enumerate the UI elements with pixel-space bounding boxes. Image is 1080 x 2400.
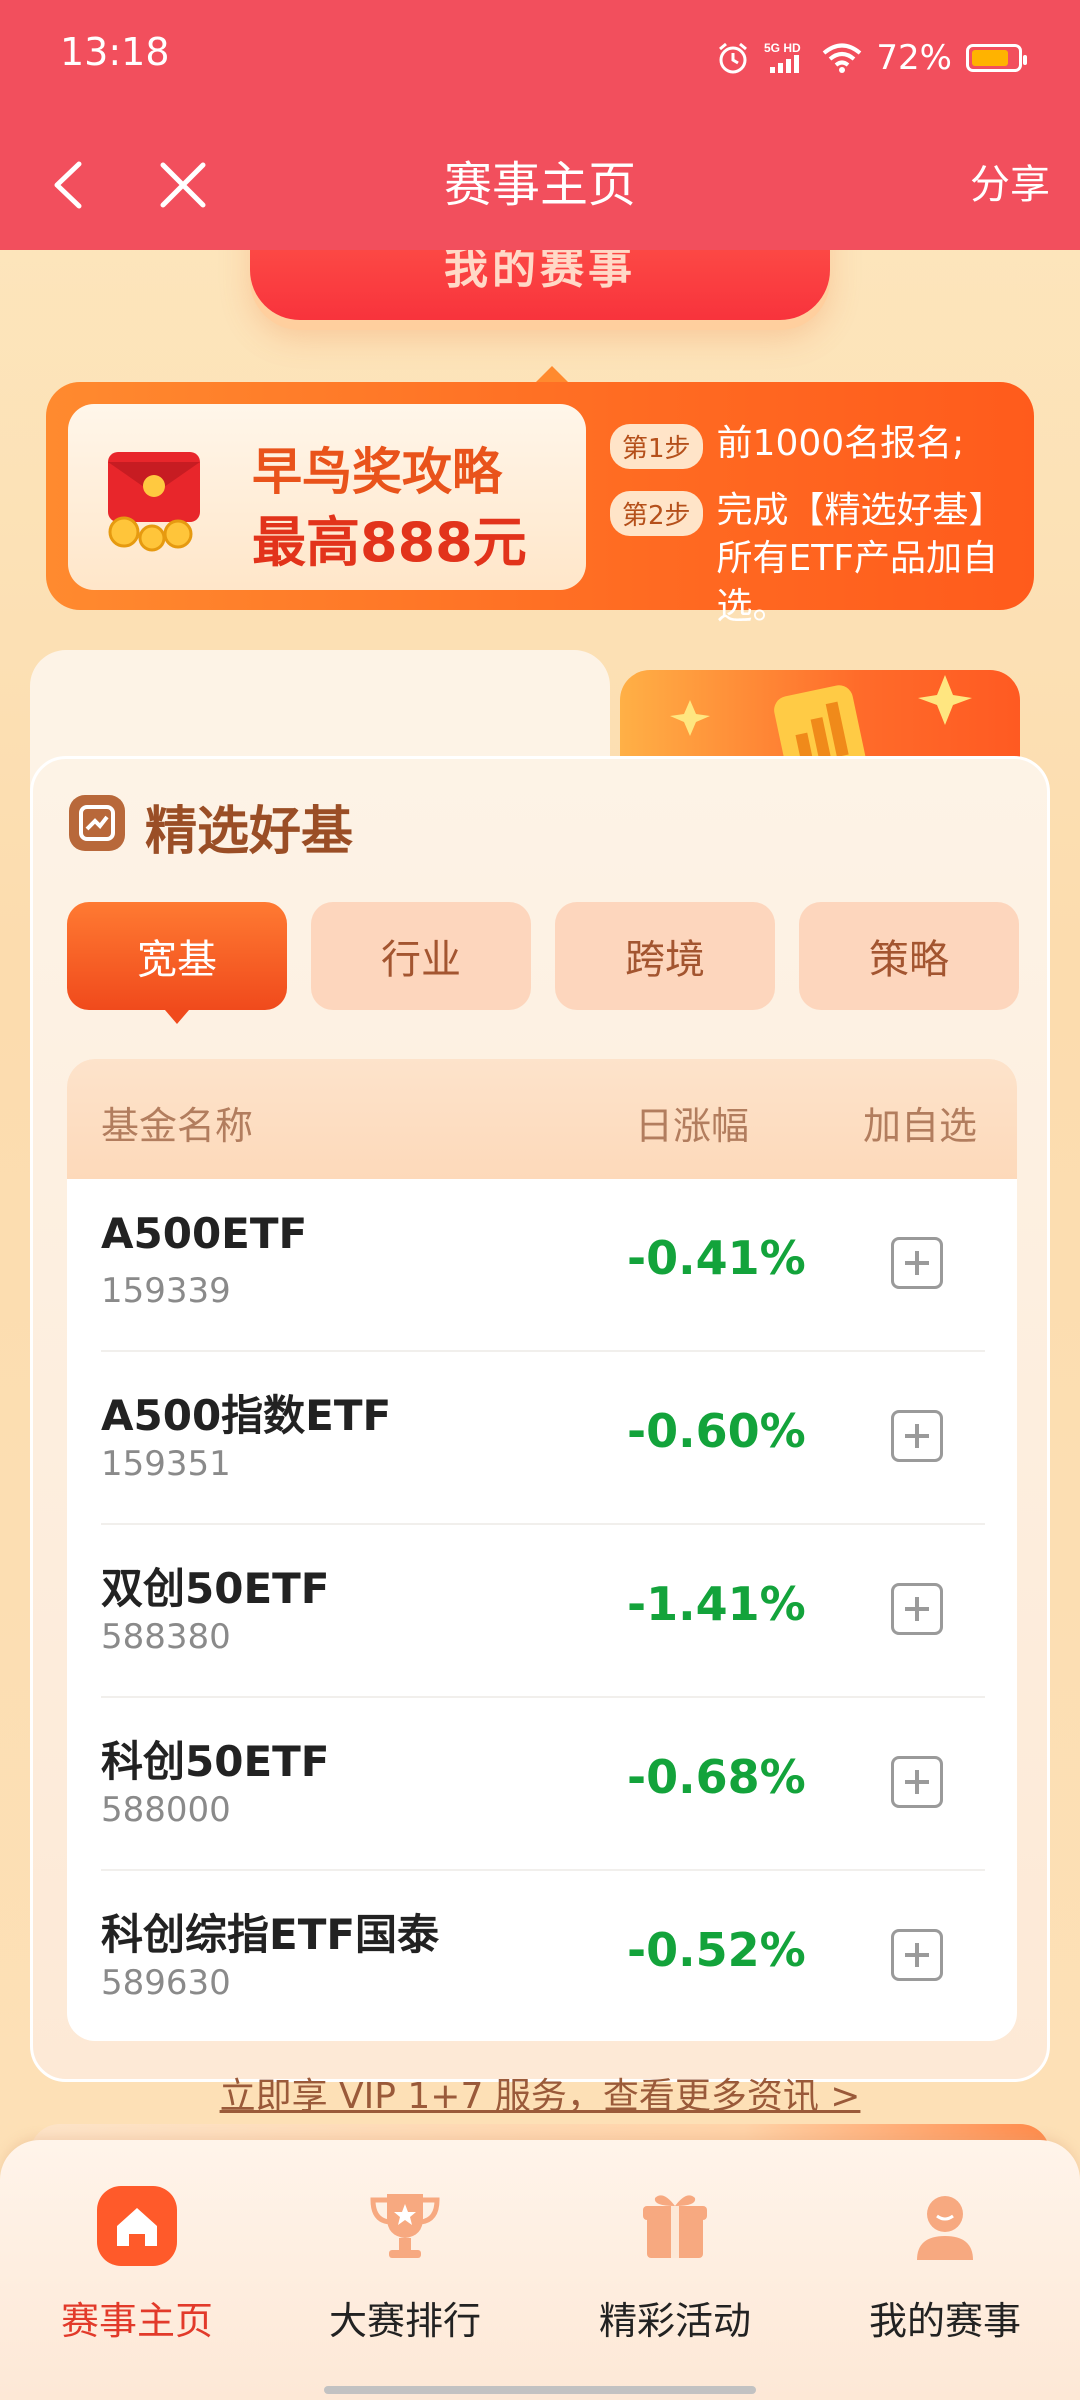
early-bird-card: 早鸟奖攻略 最高888元 (68, 404, 586, 590)
header-add-watchlist: 加自选 (863, 1104, 978, 1148)
early-bird-steps: 第1步 前1000名报名; 第2步 完成【精选好基】所有ETF产品加自选。 (610, 420, 1014, 649)
home-icon (97, 2186, 177, 2266)
step-text: 前1000名报名; (716, 423, 965, 464)
tab-strategy[interactable]: 策略 (799, 902, 1019, 1010)
fund-name: 科创综指ETF国泰 (101, 1910, 440, 1959)
signal-icon: 5G HD (764, 41, 801, 73)
early-bird-banner[interactable]: 早鸟奖攻略 最高888元 第1步 前1000名报名; 第2步 完成【精选好基】所… (46, 366, 1034, 627)
fund-name: A500ETF (101, 1209, 308, 1258)
battery-icon (966, 44, 1027, 72)
nav-label: 赛事主页 (60, 2299, 213, 2343)
fund-name: 双创50ETF (101, 1564, 330, 1613)
fund-change: -0.41% (627, 1231, 806, 1285)
tab-industry[interactable]: 行业 (311, 902, 531, 1010)
gift-icon (643, 2195, 707, 2258)
header-daily-change: 日涨幅 (635, 1104, 750, 1148)
fund-name: A500指数ETF (101, 1391, 392, 1440)
add-watchlist-icon[interactable] (891, 1237, 943, 1289)
add-watchlist-icon[interactable] (891, 1410, 943, 1462)
nav-item-home[interactable]: 赛事主页 (2, 2184, 272, 2345)
early-bird-amount: 最高888元 (252, 511, 527, 574)
fund-change: -1.41% (627, 1577, 806, 1631)
tab-broad-based[interactable]: 宽基 (67, 902, 287, 1024)
table-row[interactable]: 科创综指ETF国泰 589630 -0.52% (101, 1871, 985, 2041)
tab-cross-border[interactable]: 跨境 (555, 902, 775, 1010)
wifi-icon (823, 43, 862, 73)
top-header: 13:18 5G HD 72% 赛事主页 分享 (0, 0, 1080, 250)
featured-funds-panel: 精选好基 宽基 行业 跨境 策略 基金名称 日涨幅 加自选 A500ETF 15… (30, 650, 1050, 2117)
nav-label: 大赛排行 (328, 2299, 481, 2343)
vip-service-link[interactable]: 立即享 VIP 1+7 服务，查看更多资讯 > (33, 2067, 1047, 2119)
panel-title: 精选好基 (145, 802, 354, 862)
fund-code: 588380 (101, 1617, 231, 1657)
fund-logo-icon (69, 795, 125, 851)
table-row[interactable]: 科创50ETF 588000 -0.68% (101, 1698, 985, 1871)
status-icons: 5G HD 72% (716, 36, 1027, 80)
fund-code: 159351 (101, 1444, 231, 1484)
trophy-icon (370, 2194, 440, 2258)
svg-text:5G HD: 5G HD (764, 41, 801, 55)
step-item: 第1步 前1000名报名; (610, 420, 1014, 469)
category-tabs: 宽基 行业 跨境 策略 (67, 902, 1019, 1024)
nav-label: 我的赛事 (868, 2299, 1021, 2343)
fund-change: -0.68% (627, 1750, 806, 1804)
fund-code: 588000 (101, 1790, 231, 1830)
fund-code: 589630 (101, 1963, 231, 2003)
nav-item-activities[interactable]: 精彩活动 (540, 2184, 810, 2345)
fund-change: -0.60% (627, 1404, 806, 1458)
add-watchlist-icon[interactable] (891, 1756, 943, 1808)
fund-change: -0.52% (627, 1923, 806, 1977)
table-header: 基金名称 日涨幅 加自选 (67, 1059, 1017, 1179)
table-row[interactable]: A500指数ETF 159351 -0.60% (101, 1352, 985, 1525)
nav-item-my-events[interactable]: 我的赛事 (810, 2184, 1080, 2345)
add-watchlist-icon[interactable] (891, 1929, 943, 1981)
user-icon (917, 2196, 973, 2260)
step-badge: 第2步 (610, 491, 703, 536)
nav-label: 精彩活动 (598, 2299, 751, 2343)
red-envelope-icon (108, 452, 200, 552)
early-bird-title: 早鸟奖攻略 (252, 443, 502, 501)
home-indicator (324, 2386, 756, 2394)
step-text: 完成【精选好基】所有ETF产品加自选。 (716, 490, 1005, 627)
nav-item-ranking[interactable]: 大赛排行 (270, 2184, 540, 2345)
alarm-icon (719, 42, 748, 74)
status-time: 13:18 (60, 30, 170, 74)
fund-code: 159339 (101, 1271, 231, 1311)
page-title: 赛事主页 (443, 157, 636, 213)
share-button[interactable]: 分享 (970, 150, 1050, 220)
step-item: 第2步 完成【精选好基】所有ETF产品加自选。 (610, 487, 1014, 631)
header-fund-name: 基金名称 (101, 1104, 254, 1148)
table-row[interactable]: 双创50ETF 588380 -1.41% (101, 1525, 985, 1698)
bottom-nav: 赛事主页 大赛排行 精彩活动 我的赛事 (0, 2140, 1080, 2400)
battery-percent: 72% (876, 38, 952, 78)
add-watchlist-icon[interactable] (891, 1583, 943, 1635)
fund-table: 基金名称 日涨幅 加自选 A500ETF 159339 -0.41% A500指… (67, 1059, 1017, 2041)
table-row[interactable]: A500ETF 159339 -0.41% (101, 1179, 985, 1352)
fund-name: 科创50ETF (101, 1737, 330, 1786)
step-badge: 第1步 (610, 424, 703, 469)
